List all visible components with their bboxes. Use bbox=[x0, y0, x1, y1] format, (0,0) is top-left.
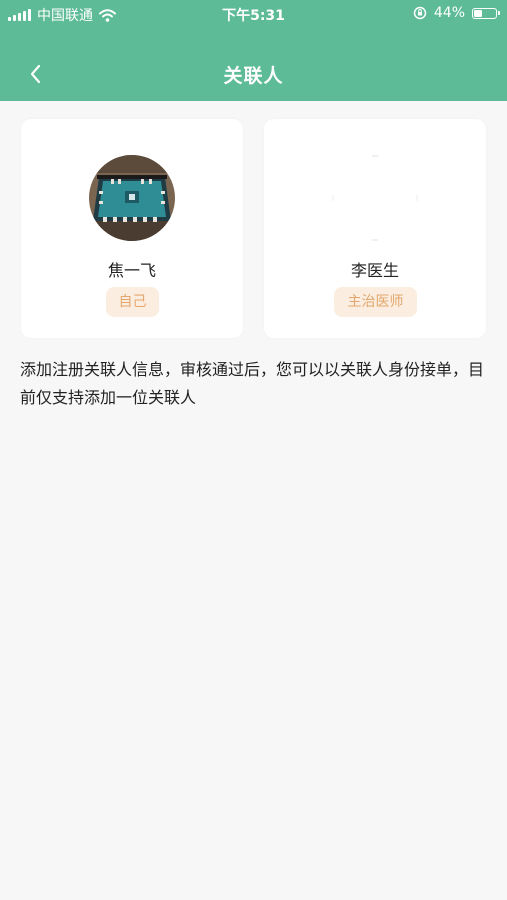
relation-badge: 主治医师 bbox=[334, 287, 417, 317]
status-bar: 中国联通 下午5:31 44% bbox=[0, 0, 507, 28]
page-title: 关联人 bbox=[223, 65, 284, 87]
description-text: 添加注册关联人信息，审核通过后，您可以以关联人身份接单，目前仅支持添加一位关联人 bbox=[20, 360, 485, 407]
associate-card-self[interactable]: 焦一飞 自己 bbox=[21, 119, 243, 338]
status-right: 44% bbox=[413, 5, 500, 21]
nav-bar: 关联人 bbox=[0, 50, 507, 98]
battery-percent: 44% bbox=[433, 5, 465, 21]
associate-card-doctor[interactable]: 李医生 主治医师 bbox=[264, 119, 486, 338]
card-name: 李医生 bbox=[350, 261, 399, 280]
avatar bbox=[89, 155, 175, 241]
avatar-placeholder bbox=[332, 155, 418, 241]
header: 中国联通 下午5:31 44% 关联人 bbox=[0, 0, 507, 101]
battery-level-fill bbox=[474, 9, 482, 17]
rotation-lock-icon bbox=[413, 6, 427, 20]
avatar-image bbox=[89, 155, 175, 241]
card-name: 焦一飞 bbox=[107, 261, 156, 280]
relation-badge: 自己 bbox=[106, 287, 159, 317]
battery-icon bbox=[472, 7, 500, 19]
